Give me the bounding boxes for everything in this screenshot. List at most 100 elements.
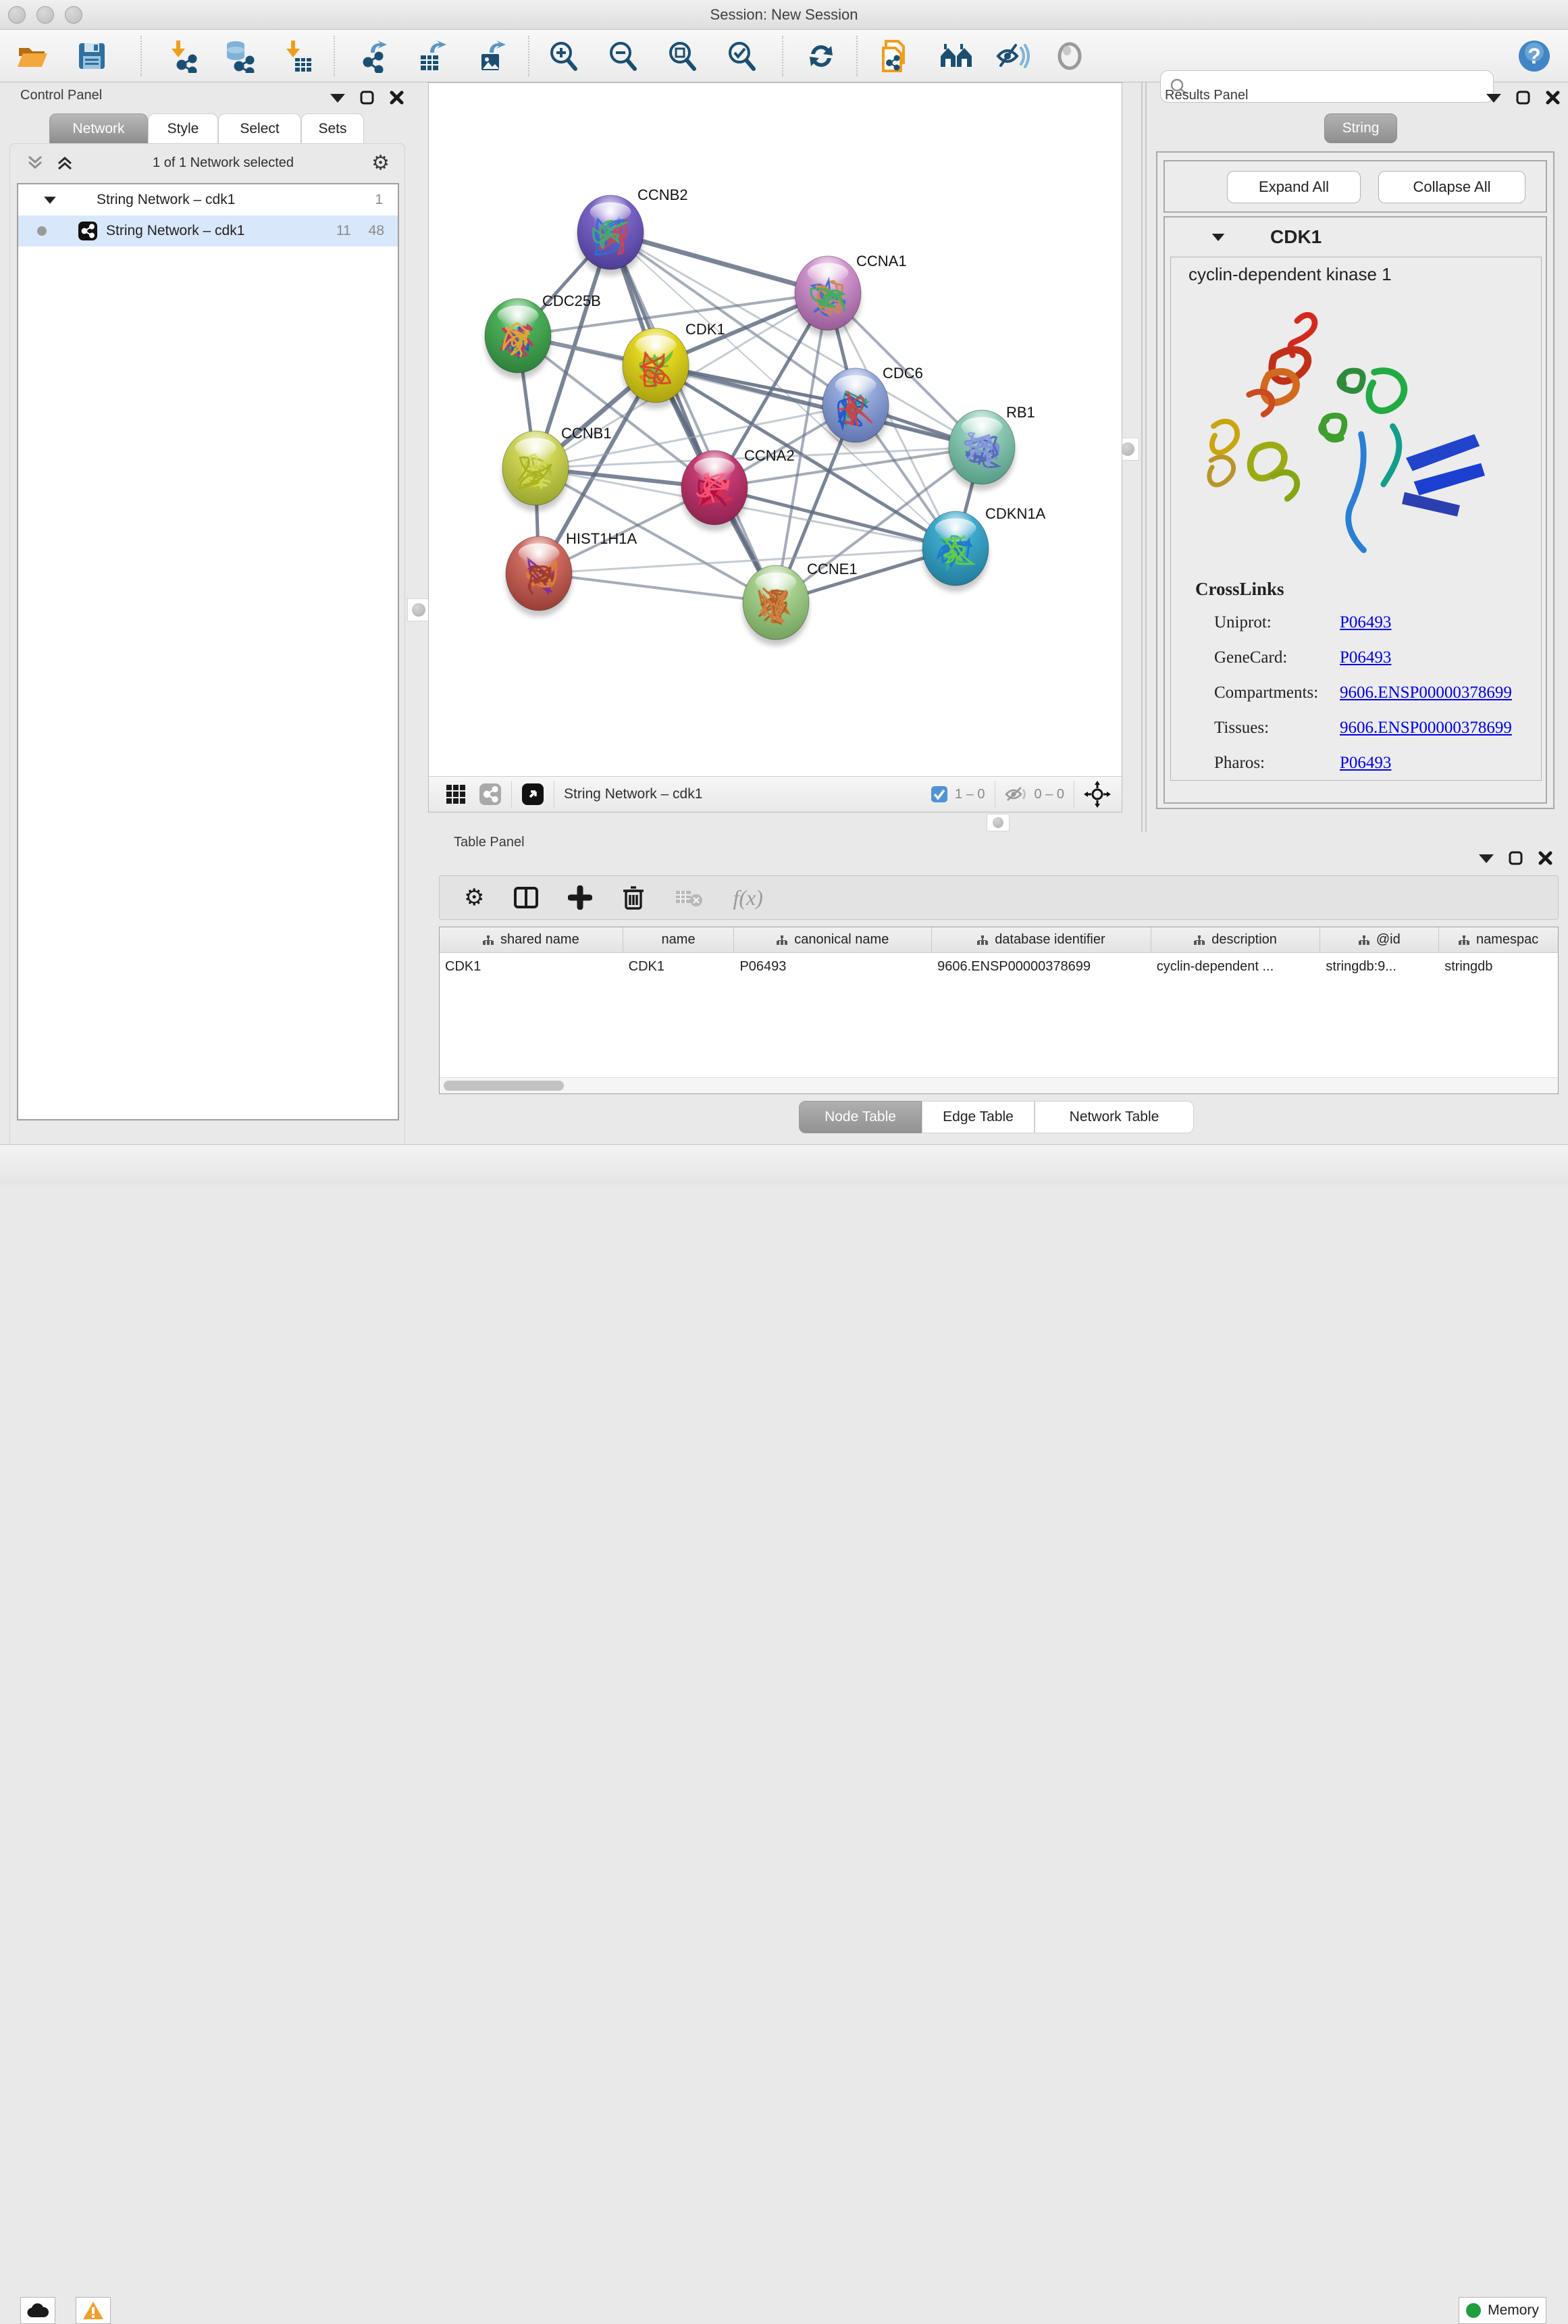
crosslinks-title: CrossLinks	[1195, 579, 1541, 600]
network-node[interactable]: CCNB2	[577, 186, 688, 276]
expand-all-networks-icon[interactable]	[55, 154, 75, 172]
panel-menu-icon[interactable]	[1479, 854, 1494, 863]
crosshair-icon[interactable]	[1084, 781, 1111, 808]
zoom-selected-icon[interactable]	[723, 37, 760, 75]
panel-menu-icon[interactable]	[330, 94, 345, 103]
results-panel-divider[interactable]	[1141, 82, 1147, 832]
tab-sets[interactable]: Sets	[301, 113, 364, 143]
network-canvas[interactable]: CCNB2CCNA1CDC25BCDK1CDC6RB1CCNB1CCNA2CDK…	[429, 83, 1122, 776]
close-window-icon[interactable]	[8, 6, 26, 24]
maximize-window-icon[interactable]	[65, 6, 82, 24]
bottom-splitter-handle[interactable]	[987, 814, 1010, 831]
tree-collapse-icon[interactable]	[44, 197, 56, 203]
grid-mode-icon[interactable]	[445, 783, 467, 805]
collapse-all-networks-icon[interactable]	[25, 154, 45, 172]
column-header[interactable]: shared name	[440, 927, 623, 952]
minimize-window-icon[interactable]	[36, 6, 54, 24]
network-node[interactable]: CDC6	[822, 365, 923, 448]
protein-structure-image	[1191, 294, 1509, 565]
export-network-icon[interactable]	[354, 37, 392, 75]
tab-network[interactable]: Network	[49, 113, 148, 143]
export-image-icon[interactable]	[473, 37, 511, 75]
network-options-gear-icon[interactable]: ⚙	[371, 151, 390, 175]
collection-count: 1	[375, 192, 383, 208]
network-node[interactable]: CDC25B	[485, 292, 601, 379]
copy-network-icon[interactable]	[877, 37, 914, 75]
float-panel-icon[interactable]	[1509, 851, 1523, 866]
column-type-icon	[1194, 935, 1205, 945]
table-row[interactable]: CDK1 CDK1 P06493 9606.ENSP00000378699 cy…	[440, 953, 1558, 980]
network-tree-row[interactable]: String Network – cdk1 11 48	[18, 215, 398, 247]
zoom-in-icon[interactable]	[544, 37, 582, 75]
birdseye-view-icon[interactable]	[521, 783, 544, 806]
close-panel-icon[interactable]	[1538, 851, 1553, 866]
crosslink-compartments[interactable]: 9606.ENSP00000378699	[1340, 675, 1512, 711]
float-panel-icon[interactable]	[360, 91, 375, 105]
float-panel-icon[interactable]	[1516, 91, 1531, 105]
gene-section-header[interactable]: CDK1	[1165, 217, 1546, 257]
zoom-out-icon[interactable]	[604, 37, 642, 75]
show-columns-icon[interactable]	[514, 885, 538, 910]
collapse-all-button[interactable]: Collapse All	[1378, 171, 1525, 203]
expand-all-button[interactable]: Expand All	[1227, 171, 1361, 203]
column-header[interactable]: description	[1151, 927, 1321, 952]
selected-checkbox-icon[interactable]	[931, 785, 948, 803]
column-header[interactable]: @id	[1320, 927, 1439, 952]
warnings-button[interactable]	[76, 2297, 111, 2324]
close-panel-icon[interactable]	[390, 91, 404, 105]
network-node[interactable]: CCNA2	[681, 447, 795, 531]
delete-column-icon[interactable]	[622, 885, 645, 910]
hidden-eye-icon[interactable]	[1005, 785, 1028, 803]
network-edge[interactable]	[539, 573, 776, 602]
tab-style[interactable]: Style	[148, 113, 218, 143]
column-header[interactable]: canonical name	[734, 927, 932, 952]
network-tree-root-row[interactable]: String Network – cdk1 1	[18, 184, 398, 215]
first-neighbors-icon[interactable]	[937, 37, 975, 75]
close-panel-icon[interactable]	[1546, 91, 1561, 105]
function-builder-icon[interactable]: f(x)	[733, 885, 762, 910]
scrollbar-thumb[interactable]	[444, 1081, 564, 1091]
cloud-button[interactable]	[20, 2297, 55, 2324]
import-table-from-file-icon[interactable]	[278, 37, 316, 75]
table-hscrollbar[interactable]	[440, 1077, 1558, 1093]
column-header[interactable]: database identifier	[932, 927, 1151, 952]
help-icon[interactable]: ?	[1515, 37, 1553, 75]
share-network-view-icon[interactable]	[479, 783, 502, 806]
network-node[interactable]: HIST1H1A	[506, 530, 637, 617]
section-collapse-icon[interactable]	[1212, 233, 1225, 240]
network-node[interactable]: CCNB1	[502, 425, 612, 511]
panel-menu-icon[interactable]	[1486, 94, 1501, 103]
title-bar[interactable]: Session: New Session	[0, 0, 1568, 30]
network-node[interactable]: RB1	[949, 404, 1035, 490]
refresh-icon[interactable]	[802, 37, 840, 75]
crosslink-tissues[interactable]: 9606.ENSP00000378699	[1340, 711, 1512, 746]
crosslink-pharos[interactable]: P06493	[1340, 746, 1391, 781]
export-table-icon[interactable]	[413, 37, 451, 75]
network-node[interactable]: CCNE1	[743, 561, 858, 646]
app-window: Session: New Session	[0, 0, 1568, 1185]
tab-network-table[interactable]: Network Table	[1035, 1101, 1194, 1133]
memory-button[interactable]: Memory	[1459, 2297, 1546, 2324]
open-session-icon[interactable]	[14, 37, 51, 75]
left-splitter-handle[interactable]	[407, 598, 430, 621]
save-session-icon[interactable]	[73, 37, 111, 75]
create-column-icon[interactable]	[568, 885, 592, 910]
crosslink-uniprot[interactable]: P06493	[1340, 605, 1391, 640]
tab-select[interactable]: Select	[218, 113, 301, 143]
column-header[interactable]: name	[623, 927, 735, 952]
import-network-from-file-icon[interactable]	[163, 37, 201, 75]
zoom-fit-content-icon[interactable]	[663, 37, 701, 75]
network-node[interactable]: CDKN1A	[922, 505, 1046, 592]
column-header[interactable]: namespac	[1439, 927, 1558, 952]
tab-node-table[interactable]: Node Table	[799, 1101, 922, 1133]
tab-edge-table[interactable]: Edge Table	[922, 1101, 1035, 1133]
show-graphics-details-icon[interactable]	[1051, 37, 1089, 75]
crosslink-row: Uniprot:P06493	[1214, 605, 1541, 640]
crosslink-genecard[interactable]: P06493	[1340, 640, 1391, 675]
table-settings-gear-icon[interactable]: ⚙	[464, 884, 484, 911]
hide-selected-icon[interactable]	[994, 37, 1032, 75]
delete-table-icon[interactable]	[675, 887, 703, 908]
network-node[interactable]: CCNA1	[795, 253, 907, 336]
tab-string[interactable]: String	[1324, 113, 1397, 143]
import-network-from-database-icon[interactable]	[220, 37, 258, 75]
